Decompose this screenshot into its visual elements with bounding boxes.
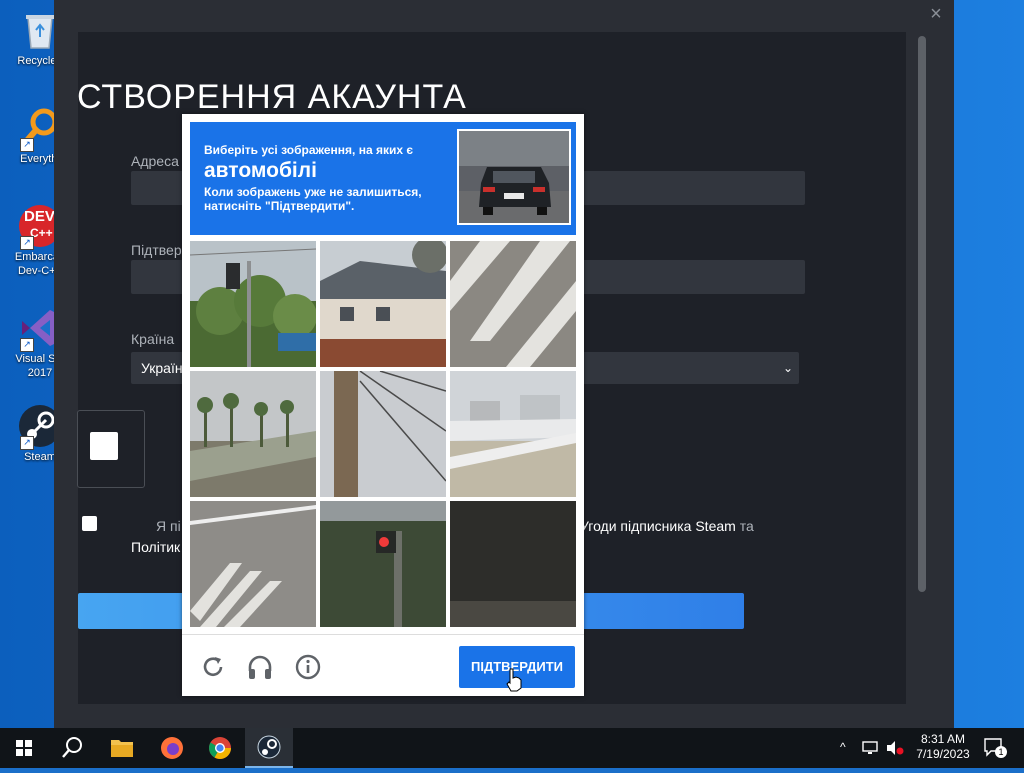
- taskbar-file-explorer[interactable]: [98, 728, 146, 768]
- captcha-tile-red-traffic-light[interactable]: [320, 501, 446, 627]
- captcha-tile-road-crosswalk[interactable]: [190, 501, 316, 627]
- captcha-footer: ПІДТВЕРДИТИ: [182, 634, 584, 697]
- agree-text-tail: Угоди підписника Steam та: [580, 518, 754, 534]
- shortcut-arrow-icon: ↗: [20, 436, 34, 450]
- page-title: СТВОРЕННЯ АКАУНТА: [77, 78, 467, 116]
- start-button[interactable]: [0, 728, 48, 768]
- close-icon[interactable]: ×: [926, 4, 946, 24]
- shortcut-arrow-icon: ↗: [20, 236, 34, 250]
- captcha-sample-image: [457, 129, 571, 225]
- shortcut-arrow-icon: ↗: [20, 138, 34, 152]
- taskbar-steam[interactable]: [245, 728, 293, 768]
- clock[interactable]: 8:31 AM 7/19/2023: [912, 732, 974, 762]
- captcha-dialog: Виберіть усі зображення, на яких є автом…: [182, 114, 584, 696]
- headphones-icon[interactable]: [246, 653, 274, 681]
- info-icon[interactable]: [294, 653, 322, 681]
- privacy-policy-link[interactable]: Політик: [131, 539, 180, 555]
- chevron-down-icon: ⌄: [782, 361, 793, 375]
- windows-logo-icon: [16, 740, 32, 756]
- steam-icon: [257, 735, 281, 759]
- notification-count-badge: 1: [995, 746, 1007, 758]
- firefox-icon: [161, 737, 183, 759]
- subscriber-agreement-link[interactable]: Угоди підписника Steam: [580, 518, 736, 534]
- recaptcha-checkbox[interactable]: [90, 432, 118, 460]
- taskbar-firefox[interactable]: [148, 728, 196, 768]
- captcha-tile-traffic-light-trees[interactable]: [190, 241, 316, 367]
- taskbar-chrome[interactable]: [196, 728, 244, 768]
- clock-time: 8:31 AM: [920, 732, 966, 746]
- captcha-target: автомобілі: [204, 159, 317, 182]
- hand-cursor-icon: [505, 668, 523, 697]
- agree-checkbox[interactable]: [82, 516, 97, 531]
- volume-muted-icon[interactable]: [886, 740, 904, 759]
- email-label: Адреса: [131, 153, 179, 169]
- captcha-instruction: Виберіть усі зображення, на яких є: [204, 143, 413, 157]
- captcha-hint: Коли зображень уже не залишиться, натисн…: [204, 185, 422, 213]
- scrollbar-thumb[interactable]: [918, 36, 926, 592]
- agree-text-prefix: Я пі: [156, 518, 181, 534]
- clock-date: 7/19/2023: [916, 747, 970, 761]
- reload-icon[interactable]: [199, 653, 227, 681]
- agree-and: та: [739, 518, 754, 534]
- chrome-icon: [209, 737, 231, 759]
- captcha-tile-dark-noise[interactable]: [450, 501, 576, 627]
- taskbar: ^ 8:31 AM 7/19/2023 1: [0, 728, 1024, 768]
- notification-center-icon[interactable]: 1: [984, 738, 1007, 761]
- shortcut-arrow-icon: ↗: [20, 338, 34, 352]
- confirm-email-label: Підтвер: [131, 242, 182, 258]
- folder-icon: [111, 740, 133, 757]
- captcha-tile-utility-pole-wires[interactable]: [320, 371, 446, 497]
- search-button[interactable]: [48, 728, 96, 768]
- captcha-header: Виберіть усі зображення, на яких є автом…: [190, 122, 576, 235]
- captcha-tile-crosswalk-stripes[interactable]: [450, 241, 576, 367]
- captcha-grid: [190, 241, 576, 627]
- captcha-tile-house-with-fence[interactable]: [320, 241, 446, 367]
- tray-overflow-chevron[interactable]: ^: [840, 740, 846, 754]
- network-icon[interactable]: [862, 740, 880, 759]
- captcha-tile-palm-trees-road[interactable]: [190, 371, 316, 497]
- search-icon: [62, 737, 82, 758]
- country-label: Країна: [131, 331, 175, 347]
- captcha-tile-overpass-bridge[interactable]: [450, 371, 576, 497]
- devcpp-logo-top: DEV: [24, 208, 55, 225]
